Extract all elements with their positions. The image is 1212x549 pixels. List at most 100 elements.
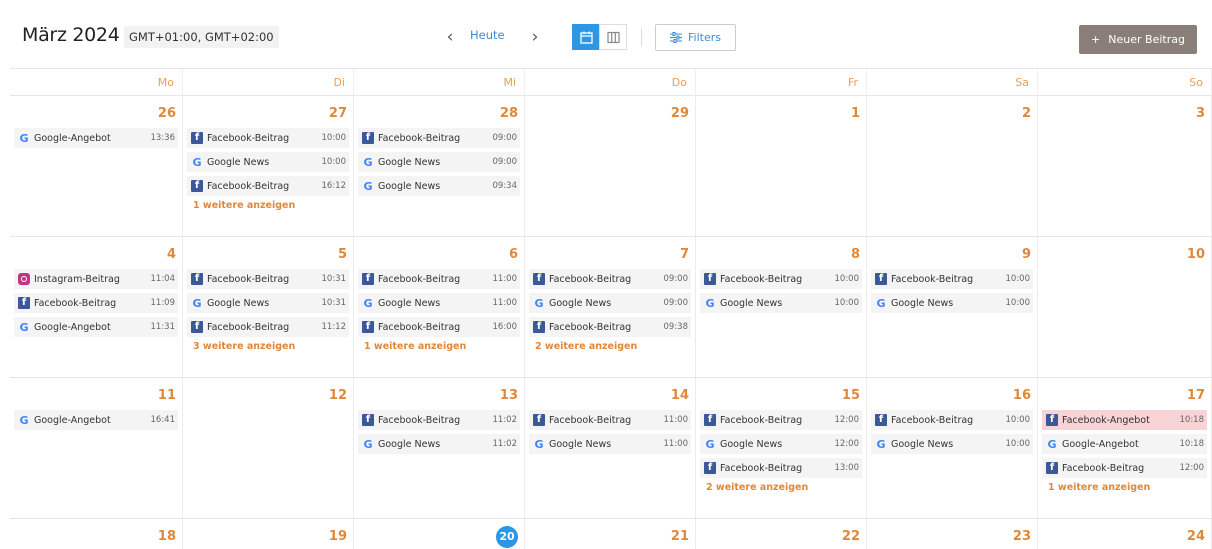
day-cell[interactable]: 11 G Google-Angebot 16:41: [10, 378, 183, 518]
new-post-button[interactable]: + Neuer Beitrag: [1079, 25, 1197, 54]
day-cell[interactable]: 26 G Google-Angebot 13:36: [10, 96, 183, 236]
scheduled-post[interactable]: G Google News 09:00: [358, 152, 520, 172]
scheduled-post[interactable]: f Facebook-Beitrag 10:00: [871, 410, 1033, 430]
day-number: 21: [529, 529, 691, 549]
post-title: Facebook-Beitrag: [378, 273, 461, 285]
scheduled-post[interactable]: Instagram-Beitrag 11:04: [14, 269, 178, 289]
day-cell[interactable]: 23: [867, 519, 1038, 549]
today-button[interactable]: Heute: [470, 28, 505, 42]
show-more-link[interactable]: 1 weitere anzeigen: [1042, 482, 1207, 493]
scheduled-post[interactable]: G Google News 10:00: [871, 434, 1033, 454]
day-cell[interactable]: 24: [1038, 519, 1212, 549]
filters-label: Filters: [688, 31, 721, 44]
day-cell[interactable]: 16 f Facebook-Beitrag 10:00 G Google News 10:0…: [867, 378, 1038, 518]
day-number-text: 21: [670, 529, 689, 544]
scheduled-post[interactable]: f Facebook-Beitrag 10:00: [187, 128, 349, 148]
facebook-icon: f: [362, 321, 374, 333]
scheduled-post[interactable]: f Facebook-Beitrag 11:00: [358, 269, 520, 289]
scheduled-post[interactable]: f Facebook-Beitrag 11:00: [529, 410, 691, 430]
scheduled-post[interactable]: G Google News 10:31: [187, 293, 349, 313]
scheduled-post[interactable]: G Google News 10:00: [871, 293, 1033, 313]
day-cell[interactable]: 17 f Facebook-Angebot 10:18 G Google-Angebot 1…: [1038, 378, 1212, 518]
scheduled-post[interactable]: G Google News 09:34: [358, 176, 520, 196]
day-cell[interactable]: 15 f Facebook-Beitrag 12:00 G Google News 12:0…: [696, 378, 867, 518]
post-time: 11:31: [150, 322, 176, 332]
day-cell[interactable]: 6 f Facebook-Beitrag 11:00 G Google News 11:00…: [354, 237, 525, 377]
scheduled-post[interactable]: f Facebook-Beitrag 10:31: [187, 269, 349, 289]
month-grid: 26 G Google-Angebot 13:36 27 f Facebook-Beitra…: [10, 96, 1212, 549]
day-cell[interactable]: 22: [696, 519, 867, 549]
facebook-icon: f: [704, 273, 716, 285]
scheduled-post[interactable]: f Facebook-Beitrag 13:00: [700, 458, 862, 478]
scheduled-post[interactable]: f Facebook-Beitrag 09:00: [529, 269, 691, 289]
scheduled-post[interactable]: G Google News 11:00: [358, 293, 520, 313]
day-cell[interactable]: 4 Instagram-Beitrag 11:04 f Facebook-Beitrag…: [10, 237, 183, 377]
scheduled-post[interactable]: f Facebook-Angebot 10:18: [1042, 410, 1207, 430]
scheduled-post[interactable]: f Facebook-Beitrag 10:00: [871, 269, 1033, 289]
day-cell[interactable]: 29: [525, 96, 696, 236]
day-cell[interactable]: 28 f Facebook-Beitrag 09:00 G Google News 09:0…: [354, 96, 525, 236]
post-title: Google-Angebot: [1062, 438, 1139, 450]
day-cell[interactable]: 3: [1038, 96, 1212, 236]
month-view-button[interactable]: [572, 24, 600, 50]
post-title: Google News: [378, 156, 441, 168]
column-view-button[interactable]: [599, 24, 627, 50]
scheduled-post[interactable]: f Facebook-Beitrag 12:00: [700, 410, 862, 430]
google-icon: G: [363, 155, 373, 169]
scheduled-post[interactable]: f Facebook-Beitrag 11:09: [14, 293, 178, 313]
scheduled-post[interactable]: f Facebook-Beitrag 16:12: [187, 176, 349, 196]
new-post-label: Neuer Beitrag: [1108, 33, 1185, 46]
show-more-link[interactable]: 1 weitere anzeigen: [358, 341, 520, 352]
scheduled-post[interactable]: G Google News 10:00: [700, 293, 862, 313]
scheduled-post[interactable]: G Google News 10:00: [187, 152, 349, 172]
day-cell[interactable]: 20: [354, 519, 525, 549]
day-cell[interactable]: 5 f Facebook-Beitrag 10:31 G Google News 10:31…: [183, 237, 354, 377]
scheduled-post[interactable]: f Facebook-Beitrag 09:38: [529, 317, 691, 337]
next-month-button[interactable]: ›: [525, 26, 545, 48]
day-cell[interactable]: 1: [696, 96, 867, 236]
scheduled-post[interactable]: G Google News 12:00: [700, 434, 862, 454]
scheduled-post[interactable]: f Facebook-Beitrag 09:00: [358, 128, 520, 148]
show-more-link[interactable]: 1 weitere anzeigen: [187, 200, 349, 211]
day-cell[interactable]: 2: [867, 96, 1038, 236]
scheduled-post[interactable]: G Google-Angebot 11:31: [14, 317, 178, 337]
show-more-link[interactable]: 2 weitere anzeigen: [529, 341, 691, 352]
day-cell[interactable]: 9 f Facebook-Beitrag 10:00 G Google News 10:00: [867, 237, 1038, 377]
scheduled-post[interactable]: f Facebook-Beitrag 12:00: [1042, 458, 1207, 478]
day-cell[interactable]: 14 f Facebook-Beitrag 11:00 G Google News 11:0…: [525, 378, 696, 518]
filters-button[interactable]: Filters: [655, 24, 736, 51]
scheduled-post[interactable]: f Facebook-Beitrag 10:00: [700, 269, 862, 289]
scheduled-post[interactable]: G Google-Angebot 10:18: [1042, 434, 1207, 454]
scheduled-post[interactable]: f Facebook-Beitrag 11:12: [187, 317, 349, 337]
scheduled-post[interactable]: f Facebook-Beitrag 11:02: [358, 410, 520, 430]
day-cell[interactable]: 21: [525, 519, 696, 549]
day-number-text: 26: [157, 106, 176, 121]
post-title: Facebook-Beitrag: [720, 414, 803, 426]
day-cell[interactable]: 27 f Facebook-Beitrag 10:00 G Google News 10:0…: [183, 96, 354, 236]
facebook-icon: f: [1046, 462, 1058, 474]
prev-month-button[interactable]: ‹: [440, 26, 460, 48]
day-cell[interactable]: 10: [1038, 237, 1212, 377]
day-number-text: 28: [499, 106, 518, 121]
scheduled-post[interactable]: G Google-Angebot 16:41: [14, 410, 178, 430]
day-cell[interactable]: 19: [183, 519, 354, 549]
day-cell[interactable]: 7 f Facebook-Beitrag 09:00 G Google News 09:00…: [525, 237, 696, 377]
scheduled-post[interactable]: G Google News 11:00: [529, 434, 691, 454]
day-number: 1: [700, 106, 862, 128]
day-cell[interactable]: 18: [10, 519, 183, 549]
day-cell[interactable]: 12: [183, 378, 354, 518]
scheduled-post[interactable]: G Google News 09:00: [529, 293, 691, 313]
day-cell[interactable]: 8 f Facebook-Beitrag 10:00 G Google News 10:00: [696, 237, 867, 377]
scheduled-post[interactable]: f Facebook-Beitrag 16:00: [358, 317, 520, 337]
day-cell[interactable]: 13 f Facebook-Beitrag 11:02 G Google News 11:0…: [354, 378, 525, 518]
scheduled-post[interactable]: G Google-Angebot 13:36: [14, 128, 178, 148]
scheduled-post[interactable]: G Google News 11:02: [358, 434, 520, 454]
post-title: Google News: [720, 438, 783, 450]
show-more-link[interactable]: 2 weitere anzeigen: [700, 482, 862, 493]
post-time: 11:04: [150, 274, 176, 284]
day-number-text: 11: [157, 388, 176, 403]
post-time: 11:12: [321, 322, 347, 332]
show-more-link[interactable]: 3 weitere anzeigen: [187, 341, 349, 352]
day-number-text: 10: [1186, 247, 1205, 262]
post-title: Google News: [378, 180, 441, 192]
